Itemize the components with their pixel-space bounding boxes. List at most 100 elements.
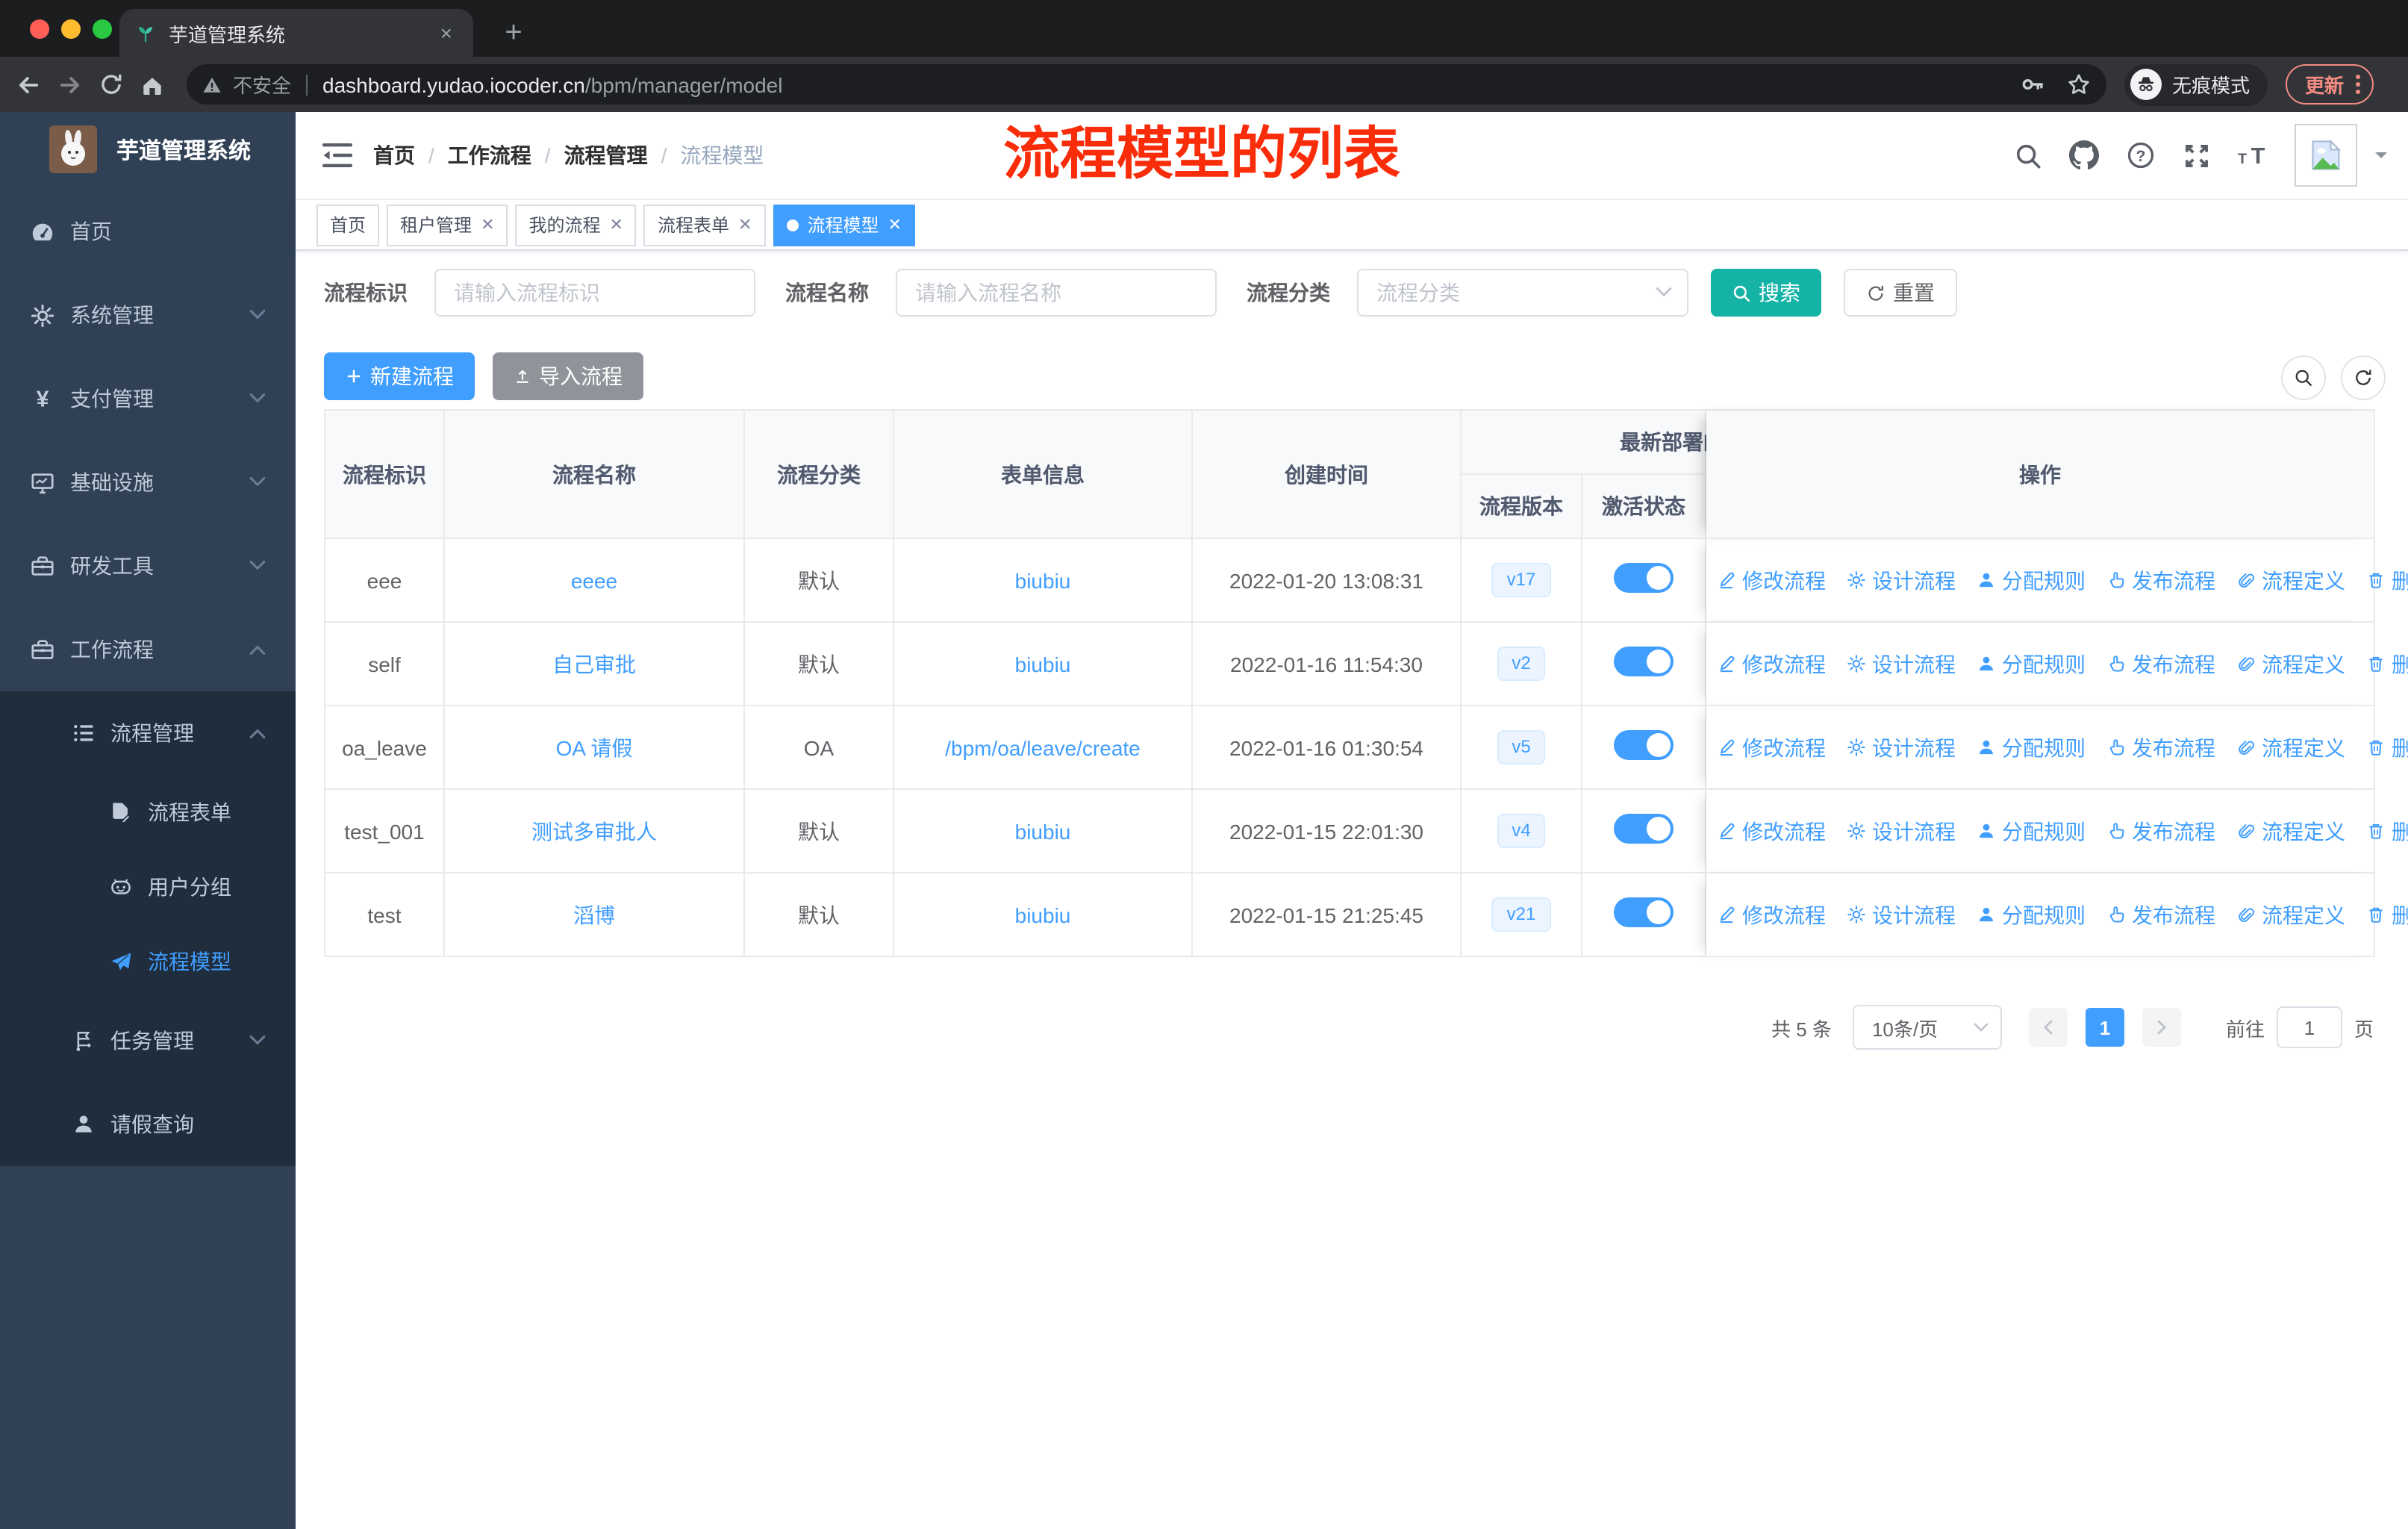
op-modify-link[interactable]: 修改流程	[1717, 900, 1826, 929]
active-toggle[interactable]	[1614, 563, 1674, 593]
page-size-select[interactable]: 10条/页	[1852, 1005, 2002, 1050]
process-category-select[interactable]: 流程分类	[1357, 269, 1688, 317]
home-button[interactable]	[139, 71, 166, 98]
op-modify-link[interactable]: 修改流程	[1717, 649, 1826, 679]
sidebar-item-devtools[interactable]: 研发工具	[0, 524, 296, 608]
sidebar-collapse-button[interactable]	[322, 142, 352, 176]
op-publish-link[interactable]: 发布流程	[2106, 900, 2215, 929]
sidebar-item-leave-query[interactable]: 请假查询	[0, 1083, 296, 1166]
process-name-link[interactable]: 测试多审批人	[531, 819, 657, 843]
form-info-link[interactable]: biubiu	[1015, 568, 1071, 592]
op-definition-link[interactable]: 流程定义	[2236, 565, 2345, 595]
goto-page-input[interactable]	[2276, 1006, 2342, 1048]
op-assign-link[interactable]: 分配规则	[1977, 565, 2086, 595]
op-publish-link[interactable]: 发布流程	[2106, 565, 2215, 595]
sidebar-item-workflow[interactable]: 工作流程	[0, 608, 296, 691]
forward-button[interactable]	[57, 71, 84, 98]
active-toggle[interactable]	[1614, 897, 1674, 927]
op-delete-link[interactable]: 删除	[2366, 816, 2408, 846]
create-process-button[interactable]: 新建流程	[324, 352, 475, 400]
version-badge[interactable]: v21	[1491, 897, 1551, 932]
tag-home[interactable]: 首页	[316, 204, 380, 246]
prev-page-button[interactable]	[2028, 1008, 2068, 1047]
op-modify-link[interactable]: 修改流程	[1717, 565, 1826, 595]
process-name-link[interactable]: OA 请假	[556, 735, 633, 759]
close-icon[interactable]: ✕	[610, 215, 623, 234]
active-toggle[interactable]	[1614, 814, 1674, 844]
version-badge[interactable]: v17	[1491, 563, 1551, 597]
process-id-input[interactable]	[434, 269, 755, 317]
breadcrumb-process-manage[interactable]: 流程管理	[564, 140, 648, 170]
page-number-button[interactable]: 1	[2085, 1008, 2124, 1047]
process-name-link[interactable]: 滔博	[573, 903, 615, 927]
search-icon[interactable]	[2014, 141, 2042, 169]
op-definition-link[interactable]: 流程定义	[2236, 900, 2345, 929]
breadcrumb-home[interactable]: 首页	[373, 140, 415, 170]
op-modify-link[interactable]: 修改流程	[1717, 732, 1826, 762]
op-design-link[interactable]: 设计流程	[1847, 732, 1956, 762]
active-toggle[interactable]	[1614, 730, 1674, 760]
sidebar-item-user-group[interactable]: 用户分组	[0, 850, 296, 924]
tag-process-form[interactable]: 流程表单 ✕	[643, 204, 766, 246]
show-search-button[interactable]	[2281, 355, 2326, 400]
op-assign-link[interactable]: 分配规则	[1977, 816, 2086, 846]
op-definition-link[interactable]: 流程定义	[2236, 649, 2345, 679]
form-info-link[interactable]: biubiu	[1015, 903, 1071, 927]
sidebar-item-home[interactable]: 首页	[0, 190, 296, 273]
next-page-button[interactable]	[2142, 1008, 2181, 1047]
form-info-link[interactable]: /bpm/oa/leave/create	[945, 735, 1141, 759]
op-modify-link[interactable]: 修改流程	[1717, 816, 1826, 846]
sidebar-item-process-form[interactable]: 流程表单	[0, 775, 296, 850]
tag-process-model[interactable]: 流程模型 ✕	[773, 204, 915, 246]
browser-update-button[interactable]: 更新	[2286, 64, 2374, 105]
bookmark-star-icon[interactable]	[2066, 72, 2092, 97]
op-design-link[interactable]: 设计流程	[1847, 565, 1956, 595]
op-delete-link[interactable]: 删除	[2366, 565, 2408, 595]
op-design-link[interactable]: 设计流程	[1847, 900, 1956, 929]
close-icon[interactable]: ✕	[481, 215, 494, 234]
sidebar-item-process-model[interactable]: 流程模型	[0, 924, 296, 999]
reload-button[interactable]	[99, 72, 124, 97]
process-name-link[interactable]: eeee	[571, 568, 617, 592]
password-key-icon[interactable]	[2020, 72, 2045, 97]
url-bar[interactable]: 不安全 dashboard.yudao.iocoder.cn/bpm/manag…	[187, 64, 2106, 105]
search-button[interactable]: 搜索	[1711, 269, 1821, 317]
op-assign-link[interactable]: 分配规则	[1977, 649, 2086, 679]
close-window-button[interactable]	[30, 19, 49, 38]
form-info-link[interactable]: biubiu	[1015, 652, 1071, 676]
sidebar-item-payment[interactable]: ¥ 支付管理	[0, 357, 296, 440]
font-size-icon[interactable]: TT	[2238, 142, 2271, 169]
caret-down-icon[interactable]	[2372, 146, 2390, 164]
close-icon[interactable]: ✕	[888, 215, 901, 234]
sidebar-item-task-manage[interactable]: 任务管理	[0, 999, 296, 1083]
browser-tab[interactable]: 芋道管理系统 ×	[119, 9, 473, 57]
op-delete-link[interactable]: 删除	[2366, 900, 2408, 929]
avatar[interactable]	[2295, 124, 2357, 187]
minimize-window-button[interactable]	[61, 19, 81, 38]
active-toggle[interactable]	[1614, 647, 1674, 676]
fullscreen-icon[interactable]	[2183, 141, 2211, 169]
github-icon[interactable]	[2069, 140, 2099, 170]
op-delete-link[interactable]: 删除	[2366, 649, 2408, 679]
form-info-link[interactable]: biubiu	[1015, 819, 1071, 843]
op-assign-link[interactable]: 分配规则	[1977, 900, 2086, 929]
tab-close-button[interactable]: ×	[434, 21, 458, 45]
process-name-input[interactable]	[896, 269, 1217, 317]
op-publish-link[interactable]: 发布流程	[2106, 649, 2215, 679]
op-assign-link[interactable]: 分配规则	[1977, 732, 2086, 762]
browser-menu-icon[interactable]	[2356, 75, 2361, 94]
breadcrumb-workflow[interactable]: 工作流程	[448, 140, 531, 170]
new-tab-button[interactable]: +	[493, 12, 534, 54]
sidebar-item-system[interactable]: 系统管理	[0, 273, 296, 357]
op-definition-link[interactable]: 流程定义	[2236, 732, 2345, 762]
version-badge[interactable]: v4	[1497, 814, 1546, 848]
version-badge[interactable]: v5	[1497, 730, 1546, 764]
sidebar-item-infra[interactable]: 基础设施	[0, 440, 296, 524]
op-definition-link[interactable]: 流程定义	[2236, 816, 2345, 846]
close-icon[interactable]: ✕	[738, 215, 752, 234]
back-button[interactable]	[15, 71, 42, 98]
reset-button[interactable]: 重置	[1844, 269, 1957, 317]
sidebar-item-process-manage[interactable]: 流程管理	[0, 691, 296, 775]
import-process-button[interactable]: 导入流程	[493, 352, 643, 400]
op-delete-link[interactable]: 删除	[2366, 732, 2408, 762]
